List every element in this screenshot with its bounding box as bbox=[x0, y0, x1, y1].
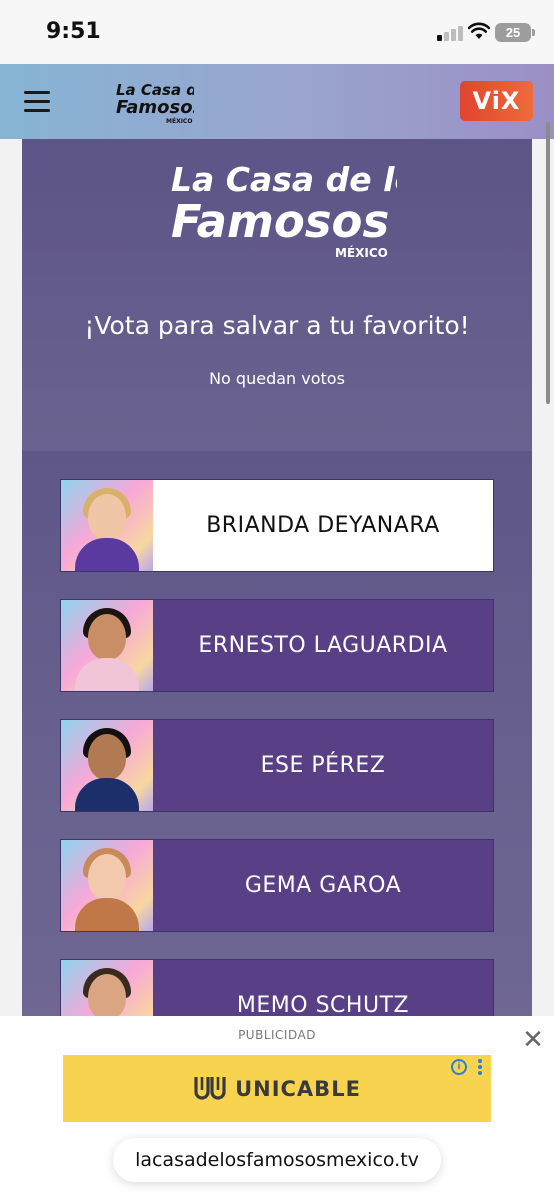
browser-url-bar[interactable]: lacasadelosfamososmexico.tv bbox=[113, 1138, 441, 1182]
unicable-logo-icon bbox=[194, 1076, 226, 1100]
header-logo-line-2: Famosos bbox=[116, 97, 194, 118]
battery-icon: 25 bbox=[495, 23, 535, 42]
candidate-card-memo-schutz[interactable]: MEMO SCHUTZ bbox=[60, 959, 494, 1019]
ad-brand: UNICABLE bbox=[63, 1055, 491, 1122]
page-scrollbar[interactable] bbox=[546, 122, 550, 404]
candidate-photo bbox=[61, 720, 153, 811]
ad-brand-name: UNICABLE bbox=[235, 1076, 361, 1101]
ad-banner[interactable]: UNICABLE i bbox=[63, 1055, 491, 1122]
more-options-icon[interactable] bbox=[477, 1059, 483, 1075]
candidate-photo bbox=[61, 960, 153, 1019]
status-time: 9:51 bbox=[46, 19, 101, 44]
hero-logo: La Casa de los Famosos MÉXICO bbox=[171, 160, 397, 260]
hero-logo-line-1: La Casa de los bbox=[171, 160, 397, 199]
candidate-card-ese-perez[interactable]: ESE PÉREZ bbox=[60, 719, 494, 812]
header-logo[interactable]: La Casa de los Famosos MÉXICO bbox=[114, 78, 194, 128]
header-logo-line-3: MÉXICO bbox=[166, 117, 192, 125]
hero-section: La Casa de los Famosos MÉXICO ¡Vota para… bbox=[22, 139, 532, 451]
candidate-list: BRIANDA DEYANARA ERNESTO LAGUARDIA ESE P… bbox=[22, 451, 532, 1019]
candidate-name: GEMA GAROA bbox=[244, 873, 402, 898]
voting-panel: La Casa de los Famosos MÉXICO ¡Vota para… bbox=[22, 139, 532, 1019]
hero-logo-line-3: MÉXICO bbox=[335, 245, 388, 260]
vix-button[interactable]: ViX bbox=[460, 81, 533, 121]
candidate-name: ERNESTO LAGUARDIA bbox=[198, 633, 448, 658]
candidate-photo bbox=[61, 840, 153, 931]
votes-remaining-text: No quedan votos bbox=[209, 369, 345, 388]
status-bar: 9:51 25 bbox=[0, 0, 554, 64]
candidate-card-brianda-deyanara[interactable]: BRIANDA DEYANARA bbox=[60, 479, 494, 572]
candidate-card-gema-garoa[interactable]: GEMA GAROA bbox=[60, 839, 494, 932]
candidate-name: ESE PÉREZ bbox=[260, 753, 386, 778]
candidate-photo bbox=[61, 480, 153, 571]
hamburger-menu-icon[interactable] bbox=[24, 91, 50, 113]
close-icon[interactable]: ✕ bbox=[520, 1026, 546, 1052]
wifi-icon bbox=[468, 22, 490, 39]
site-header: La Casa de los Famosos MÉXICO ViX bbox=[0, 64, 554, 139]
candidate-name: MEMO SCHUTZ bbox=[236, 993, 410, 1018]
cellular-signal-icon bbox=[437, 25, 463, 41]
info-icon[interactable]: i bbox=[451, 1059, 467, 1075]
ad-label: PUBLICIDAD bbox=[238, 1028, 316, 1042]
candidate-photo bbox=[61, 600, 153, 691]
page-title: ¡Vota para salvar a tu favorito! bbox=[84, 311, 470, 340]
hero-logo-line-2: Famosos bbox=[171, 195, 389, 248]
candidate-card-ernesto-laguardia[interactable]: ERNESTO LAGUARDIA bbox=[60, 599, 494, 692]
candidate-name: BRIANDA DEYANARA bbox=[206, 513, 440, 538]
